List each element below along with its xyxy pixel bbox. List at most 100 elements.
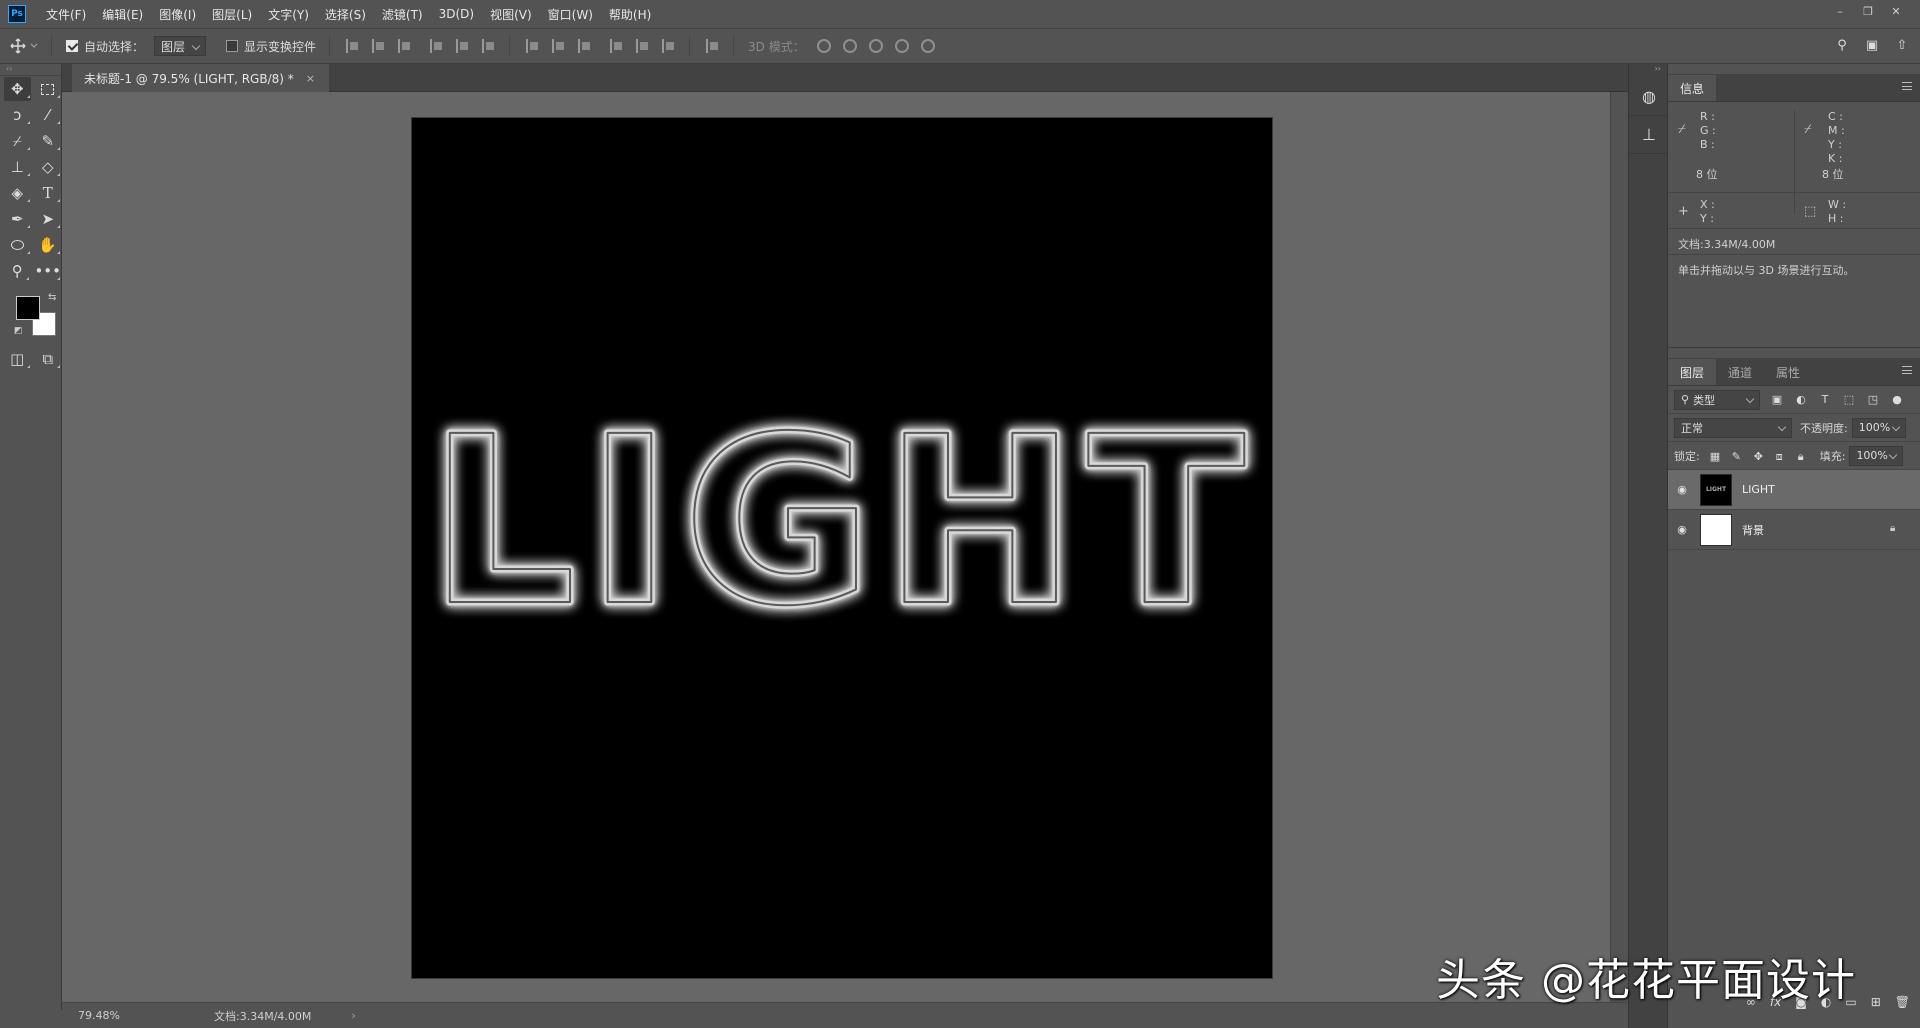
align-left-icon[interactable] xyxy=(430,39,444,53)
filter-shape-icon[interactable]: ⬚ xyxy=(1842,393,1856,406)
tab-layers[interactable]: 图层 xyxy=(1668,359,1717,385)
filter-toggle-icon[interactable]: ● xyxy=(1890,393,1904,406)
menu-file[interactable]: 文件(F) xyxy=(46,6,86,23)
layer-name[interactable]: LIGHT xyxy=(1742,483,1775,496)
swap-colors-icon[interactable]: ⇆ xyxy=(48,292,56,303)
opacity-input[interactable]: 100% xyxy=(1851,417,1906,438)
distribute-left-icon[interactable] xyxy=(610,39,624,53)
brush-tool[interactable]: ✎ xyxy=(35,129,62,153)
tab-info[interactable]: 信息 xyxy=(1668,75,1717,101)
3d-panel-icon[interactable]: ◍ xyxy=(1629,78,1669,116)
lock-all-icon[interactable]: 🔒︎ xyxy=(1798,450,1810,463)
restore-button[interactable]: ❐ xyxy=(1854,2,1882,20)
menu-layer[interactable]: 图层(L) xyxy=(212,6,252,23)
ellipse-tool[interactable] xyxy=(4,233,31,257)
blend-mode-dropdown[interactable]: 正常 xyxy=(1674,417,1792,438)
path-select-tool[interactable]: ➤ xyxy=(35,207,62,231)
minimize-button[interactable]: – xyxy=(1826,2,1854,20)
move-tool[interactable]: ✥ xyxy=(4,77,31,101)
3d-scale-icon[interactable] xyxy=(920,39,935,53)
tab-channels[interactable]: 通道 xyxy=(1716,359,1764,385)
more-tools[interactable]: ••• xyxy=(34,259,61,283)
show-transform-checkbox[interactable] xyxy=(226,40,239,52)
trash-icon[interactable]: 🗑︎ xyxy=(1895,995,1910,1009)
zoom-tool[interactable]: ⚲ xyxy=(4,259,30,283)
3d-roll-icon[interactable] xyxy=(842,39,857,53)
auto-align-icon[interactable] xyxy=(706,39,720,53)
move-tool-preset[interactable] xyxy=(10,38,38,54)
lasso-tool[interactable]: ↄ xyxy=(4,103,31,127)
eyedropper-tool[interactable]: ⌿ xyxy=(4,129,31,153)
hand-tool[interactable]: ✋ xyxy=(35,233,62,257)
status-menu-arrow[interactable]: › xyxy=(351,1009,355,1022)
filter-smart-icon[interactable]: ◳ xyxy=(1866,393,1880,406)
vertical-scrollbar[interactable] xyxy=(1610,92,1628,1002)
quick-mask-button[interactable]: ◫ xyxy=(4,347,31,371)
marquee-tool[interactable] xyxy=(35,77,62,101)
menu-help[interactable]: 帮助(H) xyxy=(609,6,651,23)
canvas-workspace[interactable]: LIGHT LIGHT xyxy=(62,92,1610,1002)
stamp-tool[interactable]: ⊥ xyxy=(4,155,31,179)
3d-slide-icon[interactable] xyxy=(894,39,909,53)
pen-tool[interactable]: ✒ xyxy=(4,207,31,231)
zoom-readout[interactable]: 79.48% xyxy=(62,1009,134,1022)
workspace-icon[interactable]: ▣ xyxy=(1864,37,1880,53)
layer-row-light[interactable]: ◉ LIGHT LIGHT xyxy=(1668,470,1920,510)
strip-collapse[interactable]: ›› xyxy=(1629,64,1667,78)
toolbox-grip[interactable]: ‹‹ xyxy=(0,64,61,76)
align-top-icon[interactable] xyxy=(346,39,360,53)
filter-adjustment-icon[interactable]: ◐ xyxy=(1794,393,1808,406)
layers-panel-menu-icon[interactable] xyxy=(1902,366,1912,374)
lock-artboard-icon[interactable]: ⧈ xyxy=(1776,450,1788,463)
distribute-right-icon[interactable] xyxy=(662,39,676,53)
eraser-tool[interactable]: ◇ xyxy=(35,155,62,179)
menu-type[interactable]: 文字(Y) xyxy=(268,6,309,23)
filter-type-icon[interactable]: T xyxy=(1818,393,1832,406)
menu-filter[interactable]: 滤镜(T) xyxy=(382,6,423,23)
distribute-bottom-icon[interactable] xyxy=(578,39,592,53)
eye-icon[interactable]: ◉ xyxy=(1668,523,1696,536)
filter-pixel-icon[interactable]: ▣ xyxy=(1770,393,1784,406)
search-icon[interactable]: ⚲ xyxy=(1834,37,1850,53)
menu-select[interactable]: 选择(S) xyxy=(325,6,366,23)
lock-pixels-icon[interactable]: ✎ xyxy=(1732,450,1744,463)
magic-wand-tool[interactable]: ⁄ xyxy=(35,103,62,127)
document-tab[interactable]: 未标题-1 @ 79.5% (LIGHT, RGB/8) * × xyxy=(72,64,329,92)
lock-transparent-icon[interactable]: ▦ xyxy=(1710,450,1722,463)
menu-window[interactable]: 窗口(W) xyxy=(548,6,593,23)
show-transform-option[interactable]: 显示变换控件 xyxy=(226,38,316,55)
type-tool[interactable]: T xyxy=(35,181,62,205)
align-right-icon[interactable] xyxy=(482,39,496,53)
distribute-vcenter-icon[interactable] xyxy=(552,39,566,53)
distribute-hcenter-icon[interactable] xyxy=(636,39,650,53)
align-hcenter-icon[interactable] xyxy=(456,39,470,53)
menu-image[interactable]: 图像(I) xyxy=(159,6,196,23)
menu-view[interactable]: 视图(V) xyxy=(490,6,532,23)
artboard[interactable]: LIGHT LIGHT xyxy=(412,118,1272,978)
auto-select-checkbox[interactable] xyxy=(66,40,78,52)
new-layer-icon[interactable]: ⊞ xyxy=(1871,995,1881,1009)
eye-icon[interactable]: ◉ xyxy=(1668,483,1696,496)
layer-row-background[interactable]: ◉ 背景 🔒︎ xyxy=(1668,510,1920,550)
distribute-top-icon[interactable] xyxy=(526,39,540,53)
menu-3d[interactable]: 3D(D) xyxy=(439,7,474,21)
auto-select-target-dropdown[interactable]: 图层 xyxy=(154,36,207,56)
auto-select-option[interactable]: 自动选择： xyxy=(66,38,144,55)
fill-input[interactable]: 100% xyxy=(1849,445,1904,466)
3d-pan-icon[interactable] xyxy=(868,39,883,53)
foreground-color[interactable] xyxy=(16,296,40,320)
screen-mode-button[interactable]: ⧉ xyxy=(35,347,62,371)
clone-source-icon[interactable]: ⊥ xyxy=(1629,116,1669,154)
menu-edit[interactable]: 编辑(E) xyxy=(102,6,143,23)
tab-properties[interactable]: 属性 xyxy=(1764,359,1812,385)
align-vcenter-icon[interactable] xyxy=(372,39,386,53)
share-icon[interactable]: ⇧ xyxy=(1894,37,1910,53)
layer-filter-dropdown[interactable]: ⚲ 类型 xyxy=(1674,389,1760,410)
close-icon[interactable]: × xyxy=(306,72,315,85)
default-colors-icon[interactable]: ◩ xyxy=(14,326,23,336)
layer-name[interactable]: 背景 xyxy=(1742,522,1764,538)
info-panel-menu-icon[interactable] xyxy=(1902,82,1912,90)
lock-position-icon[interactable]: ✥ xyxy=(1754,450,1766,463)
3d-orbit-icon[interactable] xyxy=(816,39,831,53)
paint-bucket-tool[interactable]: ◈ xyxy=(4,181,31,205)
